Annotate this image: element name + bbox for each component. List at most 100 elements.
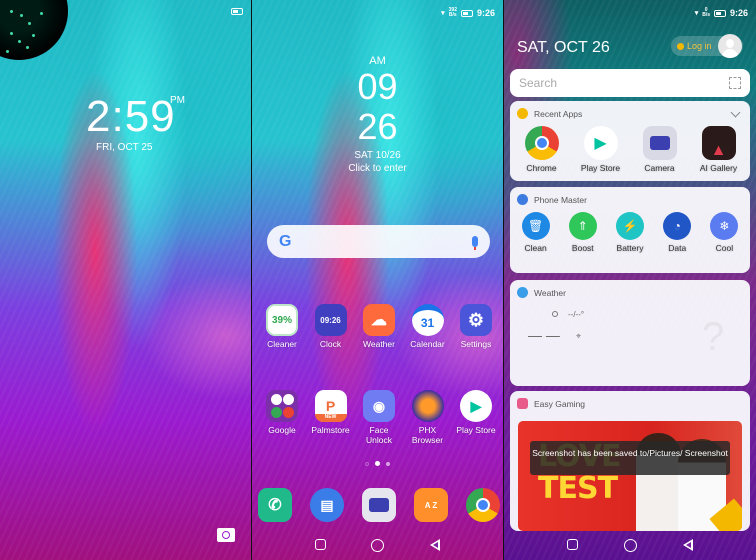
lock-date: FRI, OCT 25 [96, 142, 153, 153]
date-heading: SAT, OCT 26 [517, 39, 610, 56]
pie-chart-icon: ◔ [663, 212, 692, 240]
camera-icon[interactable] [217, 528, 235, 542]
tool-clean[interactable]: 🗑 Clean [512, 212, 559, 253]
chrome-icon[interactable] [466, 488, 500, 522]
app-face-unlock[interactable]: ◉ Face Unlock [355, 390, 403, 445]
app-label: Camera [644, 163, 675, 173]
app-label: Play Store [456, 425, 496, 435]
weather-card[interactable]: Weather — — --/--° ⌖ ? [510, 280, 750, 386]
net-speed: 0 B/s [702, 7, 710, 18]
home-screen: ▾ 392 B/s 9:26 AM 09 26 SAT 10/26 Click t… [252, 0, 503, 560]
app-settings[interactable]: ⚙ Settings [452, 304, 500, 349]
az-apps-icon[interactable]: A Z [414, 488, 448, 522]
messages-icon[interactable]: ▤ [310, 488, 344, 522]
tool-label: Data [668, 243, 687, 253]
tool-boost[interactable]: ⇑ Boost [559, 212, 606, 253]
recent-app-ai-gallery[interactable]: ▲ AI Gallery [691, 126, 747, 173]
play-store-icon: ▶ [583, 126, 618, 160]
card-title: Phone Master [534, 194, 587, 205]
scan-icon[interactable] [729, 77, 741, 89]
recent-app-camera[interactable]: Camera [632, 126, 688, 173]
clock-minute[interactable]: 26 [252, 108, 503, 146]
app-label: Google [268, 425, 296, 435]
status-time: 9:26 [729, 8, 748, 18]
search-placeholder: Search [519, 76, 558, 90]
home-button[interactable] [624, 539, 637, 552]
tool-label: Boost [571, 243, 594, 253]
rocket-icon: ⇑ [568, 212, 597, 240]
ai-gallery-icon: ▲ [701, 126, 736, 160]
phone-master-card: Phone Master 🗑 Clean ⇑ Boost ⚡ Battery ◔ Dat… [510, 187, 750, 273]
app-label: Clock [319, 339, 342, 349]
tool-battery[interactable]: ⚡ Battery [606, 212, 653, 253]
clock-hint[interactable]: Click to enter [252, 163, 503, 174]
chrome-icon [524, 126, 559, 160]
page-dot[interactable] [386, 461, 390, 466]
camera-app-icon[interactable] [362, 488, 396, 522]
dock: ✆ ▤ A Z [258, 488, 500, 522]
app-play-store[interactable]: ▶ Play Store [452, 390, 500, 445]
google-search-bar[interactable]: G [267, 225, 490, 258]
avatar[interactable] [718, 34, 742, 58]
wifi-icon: ▾ [694, 10, 699, 17]
recent-apps-card: Recent Apps Chrome ▶ Play Store Camera ▲ A… [510, 101, 750, 181]
status-time: 9:26 [476, 8, 495, 18]
app-weather[interactable]: ☁ Weather [355, 304, 403, 349]
apps-grid-icon [517, 108, 528, 119]
battery-icon [460, 9, 473, 17]
app-label: Settings [460, 339, 492, 349]
wifi-icon: ▾ [441, 10, 445, 17]
app-clock[interactable]: 09:26 Clock [307, 304, 355, 349]
recents-button[interactable] [567, 539, 578, 550]
phone-icon[interactable]: ✆ [258, 488, 292, 522]
home-button[interactable] [371, 539, 385, 552]
tool-data[interactable]: ◔ Data [654, 212, 701, 253]
page-dot-search[interactable] [365, 461, 369, 466]
chevron-down-icon[interactable] [730, 107, 741, 117]
app-label: Palmstore [311, 425, 350, 435]
nav-bar [504, 539, 756, 552]
app-phx-browser[interactable]: PHX Browser [404, 390, 452, 445]
page-dot-current[interactable] [375, 461, 380, 466]
face-unlock-icon: ◉ [363, 390, 395, 422]
app-label: PHX Browser [411, 425, 444, 445]
gamepad-icon [517, 398, 528, 409]
lock-ampm: PM [170, 95, 185, 106]
recents-button[interactable] [314, 539, 326, 550]
unknown-weather-icon: ? [702, 315, 725, 359]
app-row-2: Google P NEW Palmstore ◉ Face Unlock PHX Br… [258, 390, 500, 445]
app-label: Face Unlock [366, 425, 392, 445]
app-palmstore[interactable]: P NEW Palmstore [307, 390, 355, 445]
tool-cool[interactable]: ❄ Cool [701, 212, 748, 253]
app-calendar[interactable]: 31 Calendar [404, 304, 452, 349]
battery-icon [713, 9, 726, 17]
app-google-folder[interactable]: Google [258, 390, 306, 445]
lock-time: 2:59 [86, 92, 176, 141]
app-label: Cleaner [267, 339, 297, 349]
back-button[interactable] [430, 539, 441, 551]
calendar-icon: 31 [411, 304, 444, 336]
location-pin-icon[interactable]: ⌖ [576, 331, 581, 342]
minus-one-screen: ▾ 0 B/s 9:26 SAT, OCT 26 Log in Search Re… [504, 0, 756, 560]
clock-date: SAT 10/26 [354, 150, 401, 161]
recent-app-play-store[interactable]: ▶ Play Store [573, 126, 629, 173]
battery-icon [231, 8, 243, 15]
mic-icon[interactable] [472, 236, 478, 250]
card-title: Easy Gaming [534, 398, 586, 409]
app-row-1: 39% Cleaner 09:26 Clock ☁ Weather 31 Calenda… [258, 304, 500, 349]
app-label: Play Store [580, 163, 621, 173]
recent-app-chrome[interactable]: Chrome [514, 126, 570, 173]
app-label: AI Gallery [699, 163, 738, 173]
app-label: Chrome [526, 163, 557, 173]
weather-range: --/--° [568, 310, 585, 319]
app-cleaner[interactable]: 39% Cleaner [258, 304, 306, 349]
page-indicator[interactable] [252, 461, 503, 466]
login-label: Log in [687, 41, 712, 51]
status-bar: ▾ 392 B/s 9:26 [441, 8, 495, 19]
love-test-banner[interactable]: LOVETEST [518, 421, 742, 531]
clock-hour[interactable]: 09 [252, 68, 503, 106]
search-input[interactable]: Search [510, 69, 750, 97]
back-button[interactable] [683, 539, 693, 551]
clock-icon: 09:26 [314, 304, 347, 336]
nav-bar [252, 539, 503, 552]
